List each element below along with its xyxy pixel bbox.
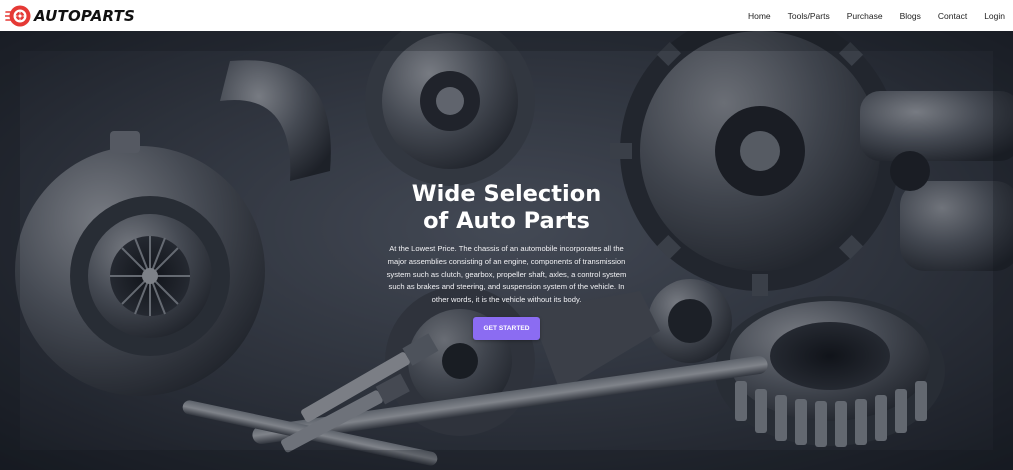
nav-item-contact: Contact [938,11,967,21]
nav-link-contact[interactable]: Contact [938,11,967,21]
nav-item-tools-parts: Tools/Parts [788,11,830,21]
nav-item-home: Home [748,11,771,21]
nav-link-login[interactable]: Login [984,11,1005,21]
nav-item-login: Login [984,11,1005,21]
hero-section: Wide Selection of Auto Parts At the Lowe… [0,31,1013,470]
hero-description: At the Lowest Price. The chassis of an a… [386,244,627,305]
brand-name: AUTOPARTS [34,6,136,25]
nav-item-purchase: Purchase [847,11,883,21]
hero-title: Wide Selection of Auto Parts [411,181,602,234]
nav-link-purchase[interactable]: Purchase [847,11,883,21]
nav-menu: Home Tools/Parts Purchase Blogs Contact … [748,11,1005,21]
get-started-button[interactable]: GET STARTED [473,316,540,340]
brand-link[interactable]: AUTOPARTS [5,3,135,29]
navbar: AUTOPARTS Home Tools/Parts Purchase Blog… [0,0,1013,31]
hero-content: Wide Selection of Auto Parts At the Lowe… [380,181,633,340]
nav-link-blogs[interactable]: Blogs [900,11,921,21]
nav-link-tools-parts[interactable]: Tools/Parts [788,11,830,21]
tire-wheel-icon [5,5,31,26]
nav-item-blogs: Blogs [900,11,921,21]
nav-link-home[interactable]: Home [748,11,771,21]
